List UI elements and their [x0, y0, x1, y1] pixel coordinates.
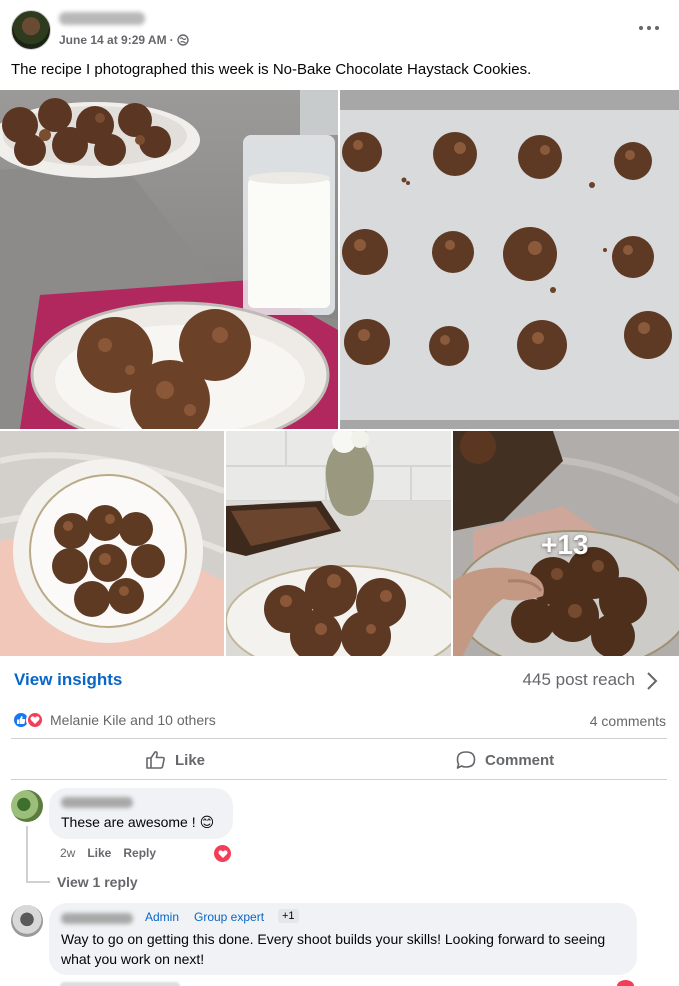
group-expert-badge[interactable]: Group expert	[194, 910, 264, 924]
like-label: Like	[175, 751, 206, 769]
meta-separator: ·	[169, 33, 174, 47]
comment-button[interactable]: Comment	[455, 746, 554, 774]
reactions-names: Melanie Kile and 10 others	[50, 712, 216, 728]
photo-4[interactable]	[226, 431, 451, 656]
smile-emoji: 😊	[199, 814, 215, 830]
heart-icon-2[interactable]	[617, 980, 634, 986]
comment-age[interactable]: 2w	[60, 846, 75, 860]
photo-5[interactable]: +13	[453, 431, 679, 656]
comment-meta-2-cut	[60, 982, 180, 986]
commenter-avatar-2[interactable]	[11, 905, 43, 937]
post-reach[interactable]: 445 post reach	[523, 670, 635, 690]
comment-text-body: These are awesome !	[61, 814, 196, 830]
comment-text: These are awesome ! 😊	[61, 812, 214, 832]
photo-1[interactable]	[0, 90, 338, 429]
thread-connector	[26, 881, 50, 883]
globe-icon	[176, 34, 189, 46]
photo-2[interactable]	[340, 90, 679, 429]
photo-3[interactable]	[0, 431, 224, 656]
comment-text-2: Way to go on getting this done. Every sh…	[61, 931, 606, 967]
heart-icon[interactable]	[214, 845, 231, 862]
like-button[interactable]: Like	[145, 746, 205, 774]
author-avatar[interactable]	[11, 10, 51, 50]
comment-meta: 2w Like Reply	[60, 846, 156, 860]
more-options-button[interactable]	[637, 18, 661, 36]
thread-line	[26, 826, 28, 881]
post-meta: June 14 at 9:29 AM ·	[59, 33, 189, 47]
post-time[interactable]: June 14 at 9:29 AM	[59, 33, 167, 47]
admin-badge[interactable]: Admin	[145, 910, 179, 924]
chevron-right-icon[interactable]	[645, 671, 659, 691]
commenter-avatar[interactable]	[11, 790, 43, 822]
divider-top	[11, 738, 667, 739]
comment-label: Comment	[485, 751, 555, 769]
post-card: June 14 at 9:29 AM · The recipe I photog…	[0, 0, 679, 986]
post-header: June 14 at 9:29 AM ·	[0, 0, 679, 58]
comment-reply-link[interactable]: Reply	[123, 846, 156, 860]
view-insights-link[interactable]: View insights	[14, 670, 122, 690]
divider-bottom	[11, 779, 667, 780]
thumbs-up-icon	[146, 751, 165, 769]
comment-like-link[interactable]: Like	[87, 846, 111, 860]
view-replies-link[interactable]: View 1 reply	[57, 874, 138, 890]
love-reaction-icon	[26, 711, 44, 729]
reactions-summary[interactable]: Melanie Kile and 10 others	[12, 711, 216, 729]
comment-icon	[456, 751, 476, 769]
post-text: The recipe I photographed this week is N…	[11, 61, 532, 78]
comment-bubble: These are awesome ! 😊	[49, 788, 233, 839]
more-photos-count[interactable]: +13	[541, 529, 589, 561]
comment-bubble-2: Admin Group expert +1 Way to go on getti…	[49, 903, 637, 975]
commenter-name-blurred[interactable]	[61, 797, 133, 808]
comments-count[interactable]: 4 comments	[590, 713, 666, 729]
more-badges[interactable]: +1	[278, 909, 299, 923]
author-name-blurred[interactable]	[59, 12, 145, 25]
commenter-name-blurred-2[interactable]	[61, 913, 133, 924]
